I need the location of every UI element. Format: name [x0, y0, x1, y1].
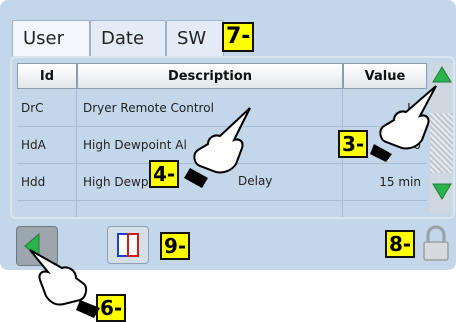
row-id	[17, 200, 77, 217]
tab-date-label: Date	[101, 28, 145, 49]
row-value	[343, 200, 427, 217]
tab-sw-label: SW	[177, 28, 207, 49]
callout-7: 7-	[222, 22, 255, 52]
header-id[interactable]: Id	[17, 63, 77, 89]
tab-sw[interactable]: SW	[166, 20, 224, 56]
callout-3: 3-	[338, 130, 369, 158]
pointing-hand-icon	[184, 107, 251, 188]
row-description	[77, 200, 343, 217]
tab-user[interactable]: User	[12, 20, 90, 56]
scroll-down-arrow-icon[interactable]	[432, 181, 452, 201]
language-button[interactable]	[107, 226, 149, 264]
padlock-icon[interactable]	[419, 224, 453, 264]
row-id: HdA	[17, 126, 77, 163]
row-id: Hdd	[17, 163, 77, 200]
row-id: DrC	[17, 89, 77, 126]
callout-4: 4-	[149, 160, 180, 188]
language-book-icon	[117, 233, 139, 257]
tab-date[interactable]: Date	[90, 20, 166, 56]
tab-user-label: User	[23, 28, 65, 49]
row-value: 15 min	[379, 174, 421, 189]
table-row[interactable]	[17, 200, 427, 217]
callout-9: 9-	[160, 232, 191, 260]
table-header: Id Description Value	[17, 63, 427, 89]
pointing-hand-icon	[370, 85, 437, 162]
header-description[interactable]: Description	[77, 63, 343, 89]
callout-8: 8-	[385, 230, 416, 258]
pointing-hand-icon	[29, 249, 100, 318]
